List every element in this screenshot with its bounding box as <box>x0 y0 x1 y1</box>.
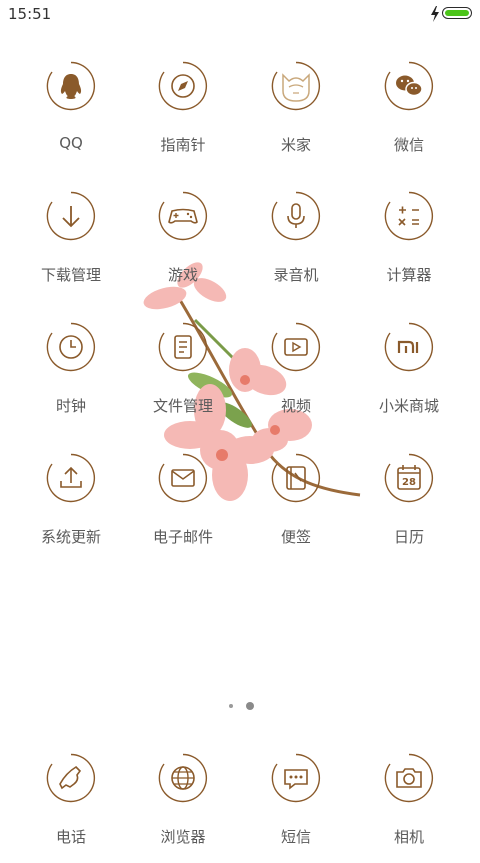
app-compass[interactable]: 指南针 <box>128 61 238 171</box>
app-label: 相机 <box>393 828 424 846</box>
app-label: 时钟 <box>55 397 86 415</box>
app-label: 文件管理 <box>152 397 213 415</box>
microphone-icon <box>271 191 321 241</box>
app-label: 电话 <box>55 828 86 846</box>
dock-camera[interactable]: 相机 <box>354 753 464 863</box>
app-label: 下载管理 <box>40 266 101 284</box>
phone-icon <box>46 753 96 803</box>
app-wechat[interactable]: 微信 <box>354 61 464 171</box>
mijia-icon <box>271 61 321 111</box>
calculator-icon <box>384 191 434 241</box>
app-clock[interactable]: 时钟 <box>16 322 126 432</box>
calendar-icon: 28 <box>384 453 434 503</box>
app-label: 米家 <box>280 136 311 154</box>
dock-browser[interactable]: 浏览器 <box>128 753 238 863</box>
battery-icon <box>442 7 472 19</box>
app-label: 计算器 <box>386 266 432 284</box>
video-play-icon <box>271 322 321 372</box>
wechat-icon <box>384 61 434 111</box>
app-email[interactable]: 电子邮件 <box>128 453 238 563</box>
app-label: 小米商城 <box>378 397 439 415</box>
status-time: 15:51 <box>8 5 52 23</box>
download-icon <box>46 191 96 241</box>
mi-store-icon <box>384 322 434 372</box>
app-mijia[interactable]: 米家 <box>241 61 351 171</box>
upload-icon <box>46 453 96 503</box>
app-label: 录音机 <box>273 266 319 284</box>
status-bar: 15:51 <box>0 0 480 28</box>
calendar-day: 28 <box>402 477 416 488</box>
app-calculator[interactable]: 计算器 <box>354 191 464 301</box>
app-games[interactable]: 游戏 <box>128 191 238 301</box>
app-recorder[interactable]: 录音机 <box>241 191 351 301</box>
gamepad-icon <box>158 191 208 241</box>
app-label: 系统更新 <box>40 528 101 546</box>
globe-icon <box>158 753 208 803</box>
app-label: 浏览器 <box>160 828 206 846</box>
app-label: 指南针 <box>160 136 206 154</box>
app-system-update[interactable]: 系统更新 <box>16 453 126 563</box>
app-video[interactable]: 视频 <box>241 322 351 432</box>
app-label: 短信 <box>280 828 311 846</box>
compass-icon <box>158 61 208 111</box>
app-label: 视频 <box>280 397 311 415</box>
app-label: 电子邮件 <box>152 528 213 546</box>
app-label: 日历 <box>393 528 424 546</box>
dock-phone[interactable]: 电话 <box>16 753 126 863</box>
app-file-manager[interactable]: 文件管理 <box>128 322 238 432</box>
app-label: 微信 <box>393 136 424 154</box>
mail-icon <box>158 453 208 503</box>
app-download[interactable]: 下载管理 <box>16 191 126 301</box>
charging-bolt-icon <box>431 6 439 22</box>
app-label: 游戏 <box>167 266 198 284</box>
file-manager-icon <box>158 322 208 372</box>
app-label: 便签 <box>280 528 311 546</box>
page-dot-1[interactable] <box>229 704 233 708</box>
app-qq[interactable]: QQ <box>16 61 126 171</box>
notes-icon <box>271 453 321 503</box>
clock-icon <box>46 322 96 372</box>
page-dot-2-active[interactable] <box>246 702 254 710</box>
app-label: QQ <box>59 134 83 152</box>
message-icon <box>271 753 321 803</box>
app-mi-store[interactable]: 小米商城 <box>354 322 464 432</box>
page-indicator[interactable] <box>0 702 480 712</box>
app-notes[interactable]: 便签 <box>241 453 351 563</box>
qq-penguin-icon <box>46 61 96 111</box>
app-calendar[interactable]: 28 日历 <box>354 453 464 563</box>
dock-messages[interactable]: 短信 <box>241 753 351 863</box>
camera-icon <box>384 753 434 803</box>
